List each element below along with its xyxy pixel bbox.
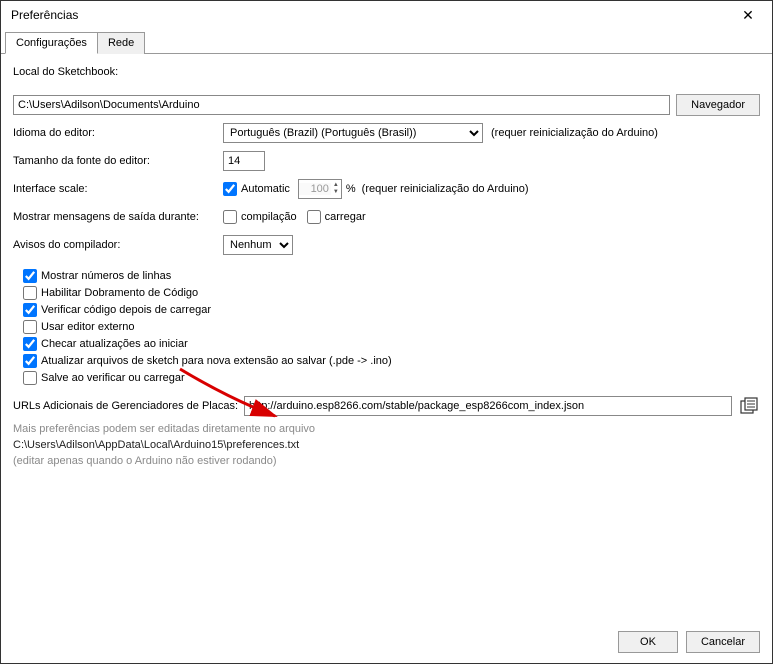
check-updates-checkbox[interactable] (23, 337, 37, 351)
dialog-footer: OK Cancelar (1, 625, 772, 663)
urls-input[interactable] (244, 396, 732, 416)
save-on-verify-checkbox[interactable] (23, 371, 37, 385)
browse-button[interactable]: Navegador (676, 94, 760, 116)
compile-checkbox[interactable] (223, 210, 237, 224)
scale-spinner[interactable]: ▲▼ (298, 179, 342, 199)
content-pane: Local do Sketchbook: Navegador Idioma do… (1, 54, 772, 625)
ok-button[interactable]: OK (618, 631, 678, 653)
warnings-select[interactable]: Nenhum (223, 235, 293, 255)
language-select[interactable]: Português (Brazil) (Português (Brasil)) (223, 123, 483, 143)
close-button[interactable]: ✕ (734, 4, 762, 26)
upload-label[interactable]: carregar (325, 211, 366, 223)
warnings-label: Avisos do compilador: (13, 239, 223, 251)
language-hint: (requer reinicialização do Arduino) (491, 127, 658, 139)
sketchbook-path-input[interactable] (13, 95, 670, 115)
scale-hint: (requer reinicialização do Arduino) (362, 183, 529, 195)
verify-upload-checkbox[interactable] (23, 303, 37, 317)
preferences-window: Preferências ✕ Configurações Rede Local … (0, 0, 773, 664)
tab-network[interactable]: Rede (97, 32, 145, 54)
fontsize-label: Tamanho da fonte do editor: (13, 155, 223, 167)
check-updates-label[interactable]: Checar atualizações ao iniciar (41, 338, 188, 350)
update-ext-checkbox[interactable] (23, 354, 37, 368)
urls-edit-button[interactable] (738, 395, 760, 417)
verify-upload-label[interactable]: Verificar código depois de carregar (41, 304, 211, 316)
line-numbers-label[interactable]: Mostrar números de linhas (41, 270, 171, 282)
scale-auto-label[interactable]: Automatic (241, 183, 290, 195)
compile-label[interactable]: compilação (241, 211, 297, 223)
language-label: Idioma do editor: (13, 127, 223, 139)
fontsize-input[interactable] (223, 151, 265, 171)
window-title: Preferências (11, 8, 78, 22)
line-numbers-checkbox[interactable] (23, 269, 37, 283)
scale-auto-checkbox[interactable] (223, 182, 237, 196)
scale-value-input (299, 183, 331, 195)
code-folding-label[interactable]: Habilitar Dobramento de Código (41, 287, 198, 299)
save-on-verify-label[interactable]: Salve ao verificar ou carregar (41, 372, 185, 384)
spinner-arrows-icon[interactable]: ▲▼ (331, 182, 341, 196)
more-prefs-text: Mais preferências podem ser editadas dir… (13, 423, 760, 435)
external-editor-checkbox[interactable] (23, 320, 37, 334)
prefs-file-path: C:\Users\Adilson\AppData\Local\Arduino15… (13, 439, 760, 451)
external-editor-label[interactable]: Usar editor externo (41, 321, 135, 333)
tab-bar: Configurações Rede (1, 31, 772, 54)
upload-checkbox[interactable] (307, 210, 321, 224)
scale-label: Interface scale: (13, 183, 223, 195)
cancel-button[interactable]: Cancelar (686, 631, 760, 653)
update-ext-label[interactable]: Atualizar arquivos de sketch para nova e… (41, 355, 392, 367)
outputmsgs-label: Mostrar mensagens de saída durante: (13, 211, 223, 223)
sketchbook-label: Local do Sketchbook: (13, 66, 118, 78)
titlebar: Preferências ✕ (1, 1, 772, 29)
code-folding-checkbox[interactable] (23, 286, 37, 300)
urls-label: URLs Adicionais de Gerenciadores de Plac… (13, 400, 238, 412)
scale-pct: % (346, 183, 356, 195)
tab-settings[interactable]: Configurações (5, 32, 98, 54)
close-icon: ✕ (742, 7, 754, 24)
edit-list-icon (740, 397, 758, 415)
edit-hint-text: (editar apenas quando o Arduino não esti… (13, 455, 760, 467)
